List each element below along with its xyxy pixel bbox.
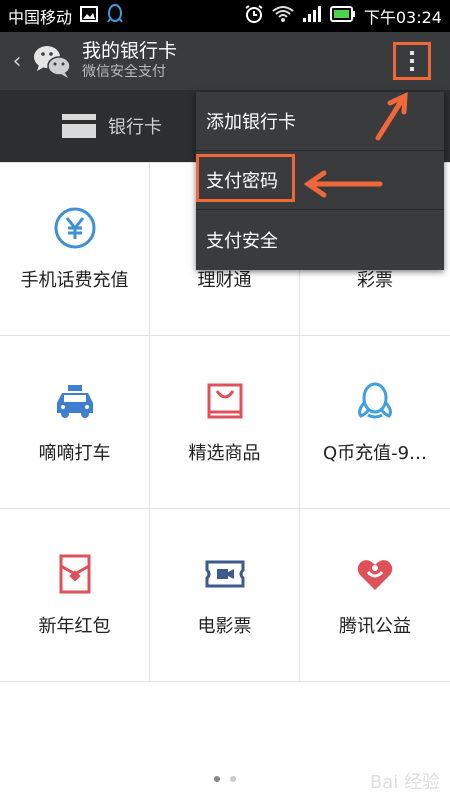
image-icon — [80, 6, 99, 26]
page-subtitle: 微信安全支付 — [82, 64, 166, 80]
charity-heart-icon — [353, 552, 397, 596]
bank-card-icon — [62, 114, 96, 138]
back-chevron-icon[interactable]: ‹ — [4, 49, 30, 74]
alarm-icon — [244, 4, 264, 28]
taxi-icon — [53, 379, 97, 423]
app-header: ‹ 我的银行卡 微信安全支付 — [0, 32, 450, 90]
clock: 下午03:24 — [363, 8, 442, 27]
signal-icon — [302, 5, 322, 27]
more-dot — [410, 67, 414, 71]
service-qcoin-recharge[interactable]: Q币充值-9… — [300, 336, 450, 508]
wechat-logo-icon — [32, 41, 72, 81]
service-featured-goods[interactable]: 精选商品 — [150, 336, 300, 508]
service-label: 腾讯公益 — [339, 616, 411, 637]
red-envelope-icon — [53, 552, 97, 596]
page-title: 我的银行卡 — [82, 40, 178, 62]
tab-bank-card[interactable]: 银行卡 — [62, 113, 162, 139]
service-new-year-red-packet[interactable]: 新年红包 — [0, 509, 150, 681]
service-mobile-recharge[interactable]: 手机话费充值 — [0, 163, 150, 335]
qq-penguin-icon — [353, 379, 397, 423]
status-bar: 中国移动 下午03:24 — [0, 0, 450, 32]
menu-item-payment-security[interactable]: 支付安全 — [196, 210, 444, 269]
service-didi-taxi[interactable]: 嘀嘀打车 — [0, 336, 150, 508]
page-dot[interactable] — [230, 776, 236, 782]
qq-icon — [106, 4, 124, 28]
service-label: 嘀嘀打车 — [38, 443, 111, 464]
more-options-button[interactable] — [393, 42, 431, 80]
battery-icon — [329, 6, 356, 26]
page-dot-active — [214, 776, 220, 782]
tab-bank-card-label: 银行卡 — [108, 117, 162, 138]
grid-row: 嘀嘀打车 精选商品 Q币充值-9… — [0, 336, 450, 509]
menu-item-add-bank-card[interactable]: 添加银行卡 — [196, 92, 444, 151]
service-tencent-charity[interactable]: 腾讯公益 — [300, 509, 450, 681]
more-dot — [410, 51, 414, 55]
service-label: 电影票 — [197, 616, 252, 637]
carrier-label: 中国移动 — [8, 8, 73, 27]
movie-ticket-icon — [203, 552, 247, 596]
watermark: Bai 经验 — [369, 772, 440, 793]
service-label: 手机话费充值 — [20, 270, 129, 291]
service-label: Q币充值-9… — [322, 443, 428, 464]
shopping-bag-icon — [203, 379, 247, 423]
more-dot — [410, 59, 414, 63]
service-label: 精选商品 — [188, 443, 261, 464]
service-label: 新年红包 — [38, 616, 111, 637]
service-movie-ticket[interactable]: 电影票 — [150, 509, 300, 681]
grid-row: 新年红包 电影票 腾讯公益 — [0, 509, 450, 682]
highlight-box — [196, 154, 295, 202]
wifi-icon — [272, 5, 294, 27]
yen-icon — [53, 206, 97, 250]
